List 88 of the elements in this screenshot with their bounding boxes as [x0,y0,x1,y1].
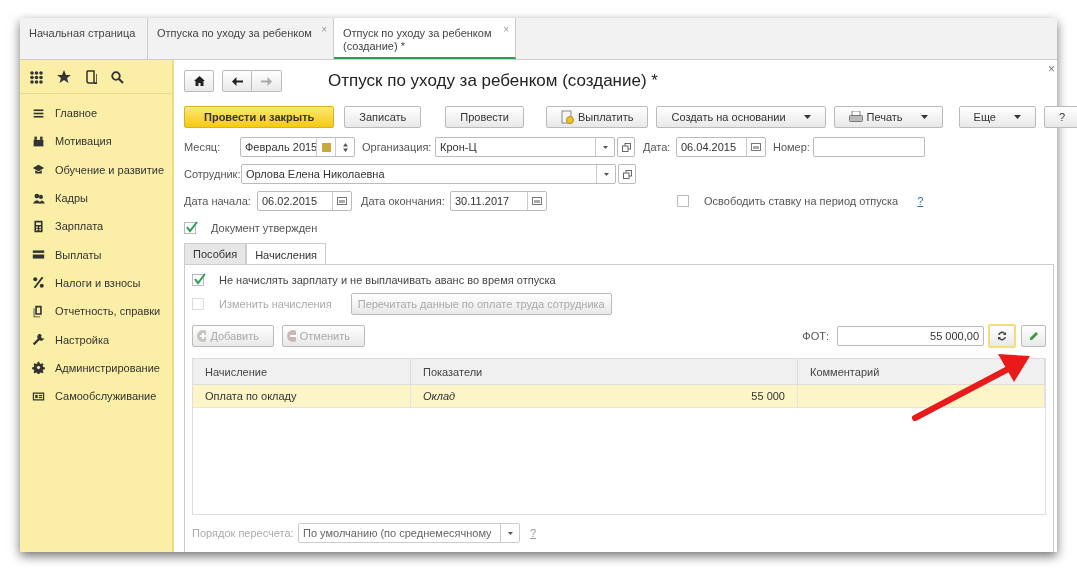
form-title: Отпуск по уходу за ребенком (создание) * [328,71,658,91]
checkbox-label: Не начислять зарплату и не выплачивать аванс во время отпуска [219,274,556,286]
checkbox[interactable] [192,274,204,286]
pencil-icon [1028,331,1039,341]
table-cell: 55 000 [751,390,785,402]
wrench-icon [32,333,45,346]
field-label: Дата: [643,141,672,153]
field-label: Дата окончания: [361,195,446,207]
column-header: Комментарий [798,359,1045,385]
field-label: Организация: [362,141,433,153]
printer-icon [848,111,863,123]
command-button[interactable]: Еще [958,106,1036,128]
open-form-icon[interactable] [617,137,635,157]
command-button[interactable]: Создать на основании [656,106,826,128]
sidebar-item[interactable]: Настройка [20,325,172,354]
caret-icon [920,115,928,119]
sidebar-item[interactable]: Самообслуживание [20,381,172,411]
tab[interactable]: Отпуск по уходу за ребенком (создание) * × [334,18,516,59]
sidebar-item[interactable]: Кадры [20,183,172,213]
people-icon [32,191,45,205]
sidebar-item[interactable]: Налоги и взносы [20,268,172,298]
end-date-field[interactable]: 30.11.2017 [450,191,547,211]
refresh-icon [997,331,1007,341]
command-button[interactable]: Провести и закрыть [184,106,335,128]
left-arrow-icon [231,76,243,86]
command-button[interactable]: ? [1044,106,1077,128]
close-icon[interactable]: × [1048,62,1055,76]
checkbox-label: Изменить начисления [219,298,332,310]
card-icon [32,248,45,262]
checkbox[interactable] [184,222,196,234]
plus-circle-icon [197,330,207,342]
command-button[interactable]: Печать [833,106,943,128]
right-arrow-icon [261,76,272,86]
search-icon[interactable] [111,70,124,84]
back-button[interactable] [222,70,252,92]
column-header: Показатели [411,359,798,385]
history-icon[interactable] [85,70,97,84]
field-label: Сотрудник: [184,168,241,180]
caret-icon [803,115,811,119]
field-label: Дата начала: [184,195,252,207]
payroll-field[interactable]: 55 000,00 [837,326,984,346]
star-icon[interactable] [57,70,71,84]
month-field[interactable]: Февраль 2015 [240,137,355,157]
field-label: Порядок пересчета: [192,527,295,539]
table-row[interactable]: Оплата по окладу Оклад 55 000 [193,385,1045,408]
home-icon [193,76,205,86]
field-label: ФОТ: [802,330,829,342]
sidebar-item[interactable]: Отчетность, справки [20,297,172,326]
number-field[interactable] [813,137,925,157]
graduation-cap-icon [32,163,45,177]
home-button[interactable] [184,70,214,92]
document-coin-icon [561,110,574,124]
gear-icon [32,361,45,375]
checkbox-label: Освободить ставку на период отпуска [704,195,899,207]
field-label: Месяц: [184,141,222,153]
id-card-icon [32,389,45,403]
start-date-field[interactable]: 06.02.2015 [257,191,352,211]
sidebar-item[interactable]: Главное [20,99,172,128]
tab[interactable]: Начисления [246,243,327,265]
checkbox-label: Документ утвержден [211,222,318,234]
tab[interactable]: Начальная страница [20,18,148,59]
employee-field[interactable]: Орлова Елена Николаевна [241,164,616,184]
sidebar-item[interactable]: Администрирование [20,353,172,382]
organization-field[interactable]: Крон-Ц [435,137,615,157]
field-label: Номер: [773,141,811,153]
documents-icon [32,304,45,318]
command-button[interactable]: Записать [344,106,422,128]
refresh-button[interactable] [988,324,1016,348]
edit-button[interactable] [1021,325,1046,347]
command-button[interactable]: Провести [445,106,524,128]
open-form-icon[interactable] [618,164,636,184]
table-cell: Оплата по окладу [205,390,297,402]
command-button[interactable]: Выплатить [546,106,649,128]
checkbox[interactable] [677,195,689,207]
tab[interactable]: Пособия [184,243,247,264]
calculator-icon [32,219,45,233]
date-field[interactable]: 06.04.2015 [676,137,766,157]
sidebar-item[interactable]: Зарплата [20,212,172,241]
sidebar-item[interactable]: Выплаты [20,240,172,269]
help-link[interactable]: ? [917,195,924,207]
percent-icon [32,276,45,290]
column-header: Начисление [193,359,411,385]
apps-grid-icon[interactable] [30,70,43,84]
table-cell: Оклад [423,390,456,402]
caret-icon [1014,115,1021,119]
list-icon [32,106,45,120]
sidebar-item[interactable]: Обучение и развитие [20,155,172,184]
sidebar-item[interactable]: Мотивация [20,127,172,156]
